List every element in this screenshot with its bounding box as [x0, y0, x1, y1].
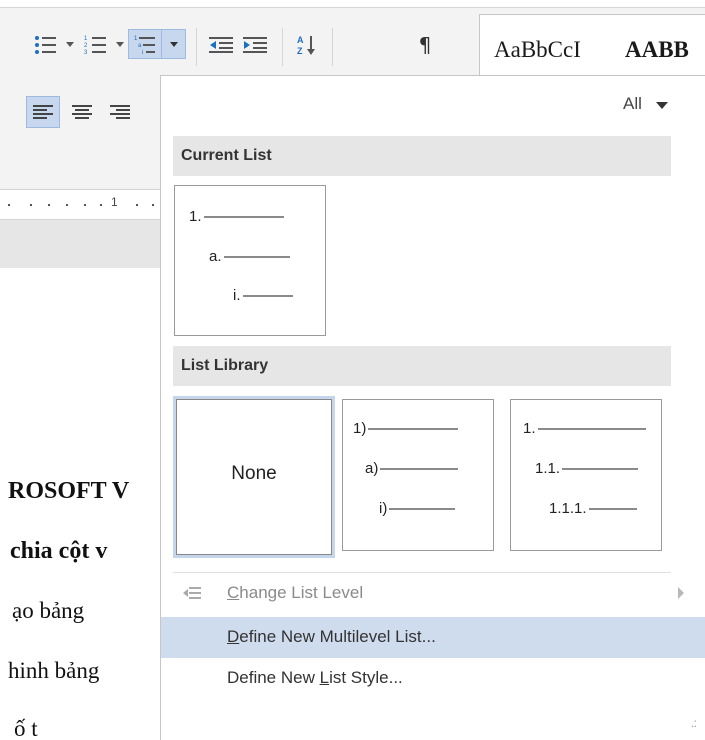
level-label: a. — [209, 248, 222, 265]
decrease-indent-icon — [209, 37, 233, 53]
decrease-indent-button[interactable] — [206, 32, 236, 58]
ruler-mark: 1 — [111, 195, 118, 209]
level-label: 1. — [189, 208, 202, 225]
multilevel-list-button[interactable]: 1 a i — [128, 29, 162, 59]
pilcrow-icon: ¶ — [418, 33, 432, 57]
define-new-multilevel-list-item[interactable]: Define New Multilevel List... — [161, 617, 705, 658]
svg-text:i: i — [142, 50, 143, 54]
svg-text:1: 1 — [134, 36, 138, 42]
current-list-header: Current List — [173, 136, 671, 176]
define-new-list-style-label: Define New List Style... — [227, 668, 403, 687]
multilevel-list-dropdown[interactable] — [162, 29, 186, 59]
ribbon-separator — [196, 28, 197, 66]
show-formatting-button[interactable]: ¶ — [410, 30, 440, 60]
multilevel-list-icon: 1 a i — [134, 36, 155, 54]
filter-dropdown-icon[interactable] — [656, 102, 668, 109]
bullets-icon — [35, 36, 56, 54]
style-heading-preview[interactable]: AABB — [625, 37, 689, 63]
filter-label[interactable]: All — [623, 94, 642, 114]
list-library-header: List Library — [173, 346, 671, 386]
horizontal-ruler: 1 — [0, 190, 160, 220]
increase-indent-icon — [243, 37, 267, 53]
level-label: i. — [233, 287, 241, 304]
resize-grip-icon[interactable]: . : — [691, 716, 697, 730]
numbering-icon: 1 2 3 — [84, 36, 106, 56]
document-line: chia cột v — [10, 538, 108, 564]
bullets-dropdown-icon[interactable] — [66, 42, 74, 47]
svg-text:2: 2 — [84, 43, 88, 49]
align-right-icon — [110, 105, 130, 119]
define-new-multilevel-list-label: Define New Multilevel List... — [227, 627, 436, 646]
align-left-icon — [33, 105, 53, 119]
level-label: 1. — [523, 420, 536, 437]
svg-text:A: A — [297, 35, 304, 45]
align-left-button[interactable] — [26, 96, 60, 128]
multilevel-list-menu: All Current List 1. a. i. List Library N… — [160, 75, 705, 740]
list-library-parenthesis-tile[interactable]: 1) a) i) — [342, 399, 494, 551]
center-button[interactable] — [66, 96, 98, 128]
level-label: 1) — [353, 420, 367, 437]
change-list-level-item[interactable]: Change List Level — [161, 573, 705, 614]
numbering-dropdown-icon[interactable] — [116, 42, 124, 47]
bullets-button[interactable] — [30, 32, 62, 58]
align-right-button[interactable] — [104, 96, 136, 128]
numbering-button[interactable]: 1 2 3 — [80, 32, 112, 58]
document-line: hinh bảng — [8, 658, 100, 683]
chevron-down-icon — [169, 41, 178, 47]
sort-icon: A Z — [297, 35, 315, 56]
ribbon-separator — [332, 28, 333, 66]
submenu-arrow-icon — [678, 587, 684, 599]
styles-gallery[interactable]: AaBbCcI AABB — [479, 14, 705, 84]
ribbon-top-edge — [0, 0, 705, 8]
document-line: ạo bảng — [12, 598, 85, 623]
document-line: ố t — [14, 716, 38, 740]
svg-text:a: a — [138, 43, 142, 49]
svg-text:3: 3 — [84, 50, 88, 56]
level-label: i) — [379, 500, 388, 517]
list-library-none-tile[interactable]: None — [173, 396, 335, 558]
ribbon-separator — [282, 28, 283, 66]
level-label: 1.1.1. — [549, 500, 587, 517]
svg-text:1: 1 — [84, 36, 88, 42]
svg-text:Z: Z — [297, 46, 303, 56]
document-body[interactable]: ROSOFT V chia cột v ạo bảng hinh bảng ố … — [0, 268, 160, 740]
none-label: None — [231, 463, 277, 484]
define-new-list-style-item[interactable]: Define New List Style... — [161, 658, 705, 699]
change-list-level-icon — [183, 587, 201, 599]
list-library-legal-tile[interactable]: 1. 1.1. 1.1.1. — [510, 399, 662, 551]
level-label: a) — [365, 460, 379, 477]
change-list-level-label: Change List Level — [227, 583, 364, 602]
center-icon — [72, 105, 92, 119]
level-label: 1.1. — [535, 460, 561, 477]
current-list-tile[interactable]: 1. a. i. — [174, 185, 326, 336]
increase-indent-button[interactable] — [240, 32, 270, 58]
page-margin-area — [0, 220, 160, 268]
document-line: ROSOFT V — [8, 478, 130, 504]
style-normal-preview[interactable]: AaBbCcI — [494, 37, 581, 63]
sort-button[interactable]: A Z — [292, 30, 322, 60]
